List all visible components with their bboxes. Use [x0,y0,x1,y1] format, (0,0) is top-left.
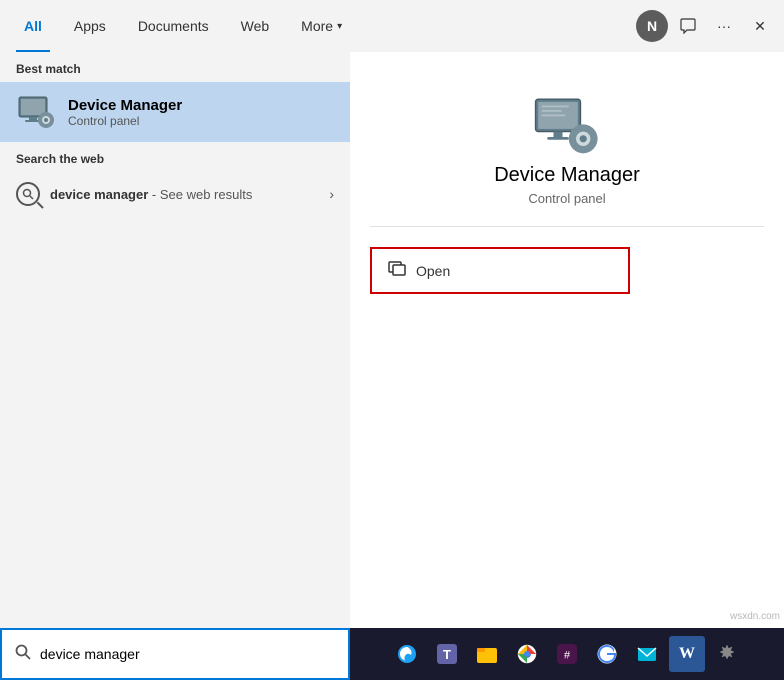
taskbar-edge-icon[interactable] [389,636,425,672]
taskbar-google-icon[interactable] [589,636,625,672]
web-search-item[interactable]: device manager - See web results › [0,172,350,216]
feedback-icon [680,18,696,34]
taskbar-teams-icon[interactable]: T [429,636,465,672]
more-button[interactable]: ··· [708,10,740,42]
bottom-search-bar [0,628,350,680]
svg-text:#: # [564,650,571,662]
svg-text:T: T [443,647,451,662]
best-match-item[interactable]: Device Manager Control panel [0,82,350,142]
device-manager-icon [16,92,56,132]
open-label: Open [416,263,450,279]
search-input[interactable] [40,646,336,662]
chevron-right-icon: › [329,186,334,202]
open-icon [388,259,406,282]
search-icon [16,182,40,206]
tab-more[interactable]: More ▾ [285,0,358,52]
taskbar-explorer-icon[interactable] [469,636,505,672]
left-column: Best match [0,52,350,680]
feedback-button[interactable] [672,10,704,42]
close-button[interactable]: ✕ [744,10,776,42]
taskbar-word-icon[interactable]: W [669,636,705,672]
watermark: wsxdn.com [730,611,780,622]
web-search-text: device manager - See web results [50,187,329,202]
device-manager-large-icon [531,92,603,164]
best-match-label: Best match [0,52,350,82]
header-controls: N ··· ✕ [636,10,776,42]
taskbar: T # [350,628,784,680]
tab-documents[interactable]: Documents [122,0,225,52]
content-area: Best match [0,52,784,680]
right-detail-header: Device Manager Control panel [370,92,764,227]
open-button-wrapper: Open [370,247,764,294]
tab-all[interactable]: All [8,0,58,52]
right-app-title: Device Manager [494,164,640,187]
best-match-title: Device Manager [68,97,182,114]
taskbar-mail-icon[interactable] [629,636,665,672]
avatar[interactable]: N [636,10,668,42]
tab-web[interactable]: Web [225,0,286,52]
taskbar-slack-icon[interactable]: # [549,636,585,672]
open-button[interactable]: Open [370,247,630,294]
chevron-down-icon: ▾ [337,21,342,32]
tab-apps[interactable]: Apps [58,0,122,52]
right-app-subtitle: Control panel [528,191,605,206]
web-search-label: Search the web [0,142,350,172]
right-column: Device Manager Control panel Open [350,52,784,680]
search-panel: All Apps Documents Web More ▾ N ··· [0,0,784,680]
search-bar-icon [14,643,32,666]
taskbar-settings-icon[interactable] [709,636,745,672]
top-tabs: All Apps Documents Web More ▾ N ··· [0,0,784,52]
best-match-subtitle: Control panel [68,114,182,128]
taskbar-chrome-icon[interactable] [509,636,545,672]
word-label: W [679,645,695,663]
best-match-text: Device Manager Control panel [68,97,182,128]
